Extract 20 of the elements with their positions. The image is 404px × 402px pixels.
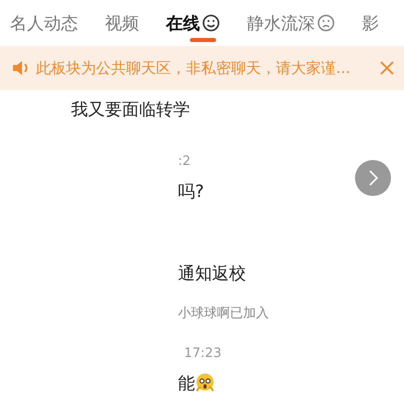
message-time: 17:23 [184,346,222,362]
tab[interactable]: 静水流深 [247,0,335,46]
notice-text: 此板块为公共聊天区，非私密聊天，请大家谨... [36,58,350,78]
message-text: 通知返校 [178,262,246,284]
message-text: 能 [178,372,195,394]
tab[interactable]: 视频 [105,0,139,46]
speaker-icon [12,60,30,76]
tab[interactable]: 在线 [166,0,220,46]
message-text: 我又要面临转学 [71,98,190,120]
close-icon[interactable] [380,61,394,75]
next-button[interactable] [355,160,391,196]
message-text: 吗? [178,180,204,202]
smile-face-icon [202,14,220,32]
join-notice: 小球球啊已加入 [178,305,270,322]
scared-face-icon [195,373,215,393]
tab[interactable]: 名人动态 [10,0,78,46]
sad-face-icon [317,14,335,32]
chevron-icon [368,170,378,186]
tab[interactable]: 影 [362,0,379,46]
message-time: :2 [178,154,192,170]
